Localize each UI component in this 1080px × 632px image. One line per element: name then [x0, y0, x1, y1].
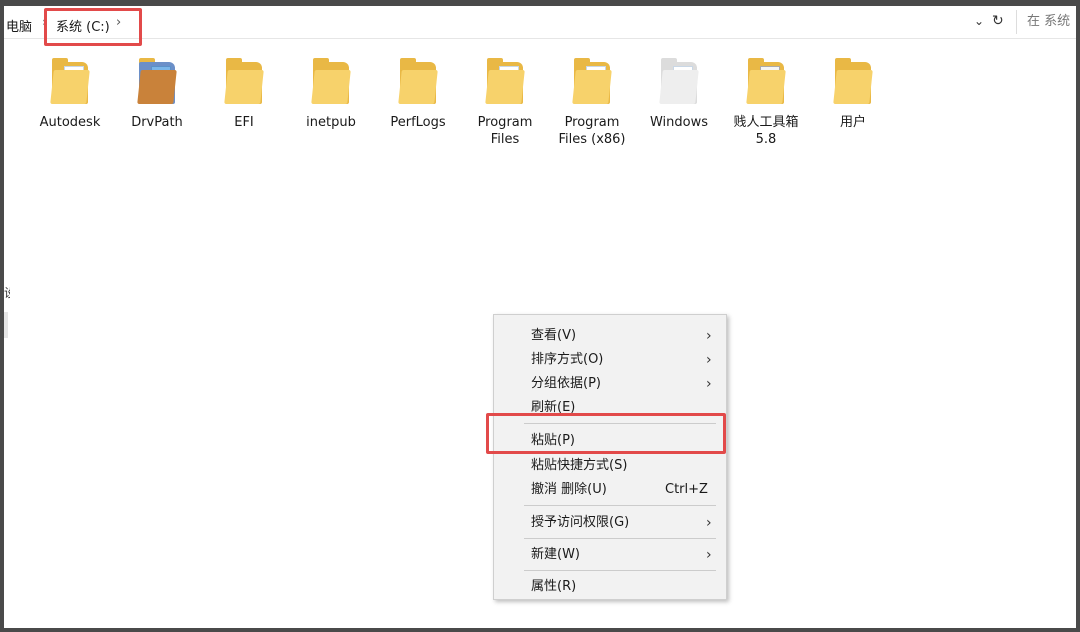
- folder-label: EFI: [234, 115, 254, 130]
- menu-item-paste-shortcut[interactable]: 粘贴快捷方式(S): [494, 455, 726, 477]
- chevron-right-icon: ›: [706, 328, 712, 344]
- menu-item-label: 授予访问权限(G): [531, 515, 630, 530]
- winrar-folder-icon: [137, 56, 177, 104]
- menu-item-refresh[interactable]: 刷新(E): [494, 397, 726, 419]
- menu-item-sort[interactable]: 排序方式(O) ›: [494, 349, 726, 371]
- folder-label: inetpub: [306, 115, 356, 130]
- folder-item[interactable]: DrvPath: [115, 56, 199, 131]
- folder-label: DrvPath: [131, 115, 183, 130]
- file-explorer-window: 电脑 › 系统 (C:) › ⌄ ↻ 在 系统 Autodesk DrvPath…: [4, 6, 1076, 628]
- folder-icon: [311, 56, 351, 104]
- folder-icon: [833, 56, 873, 104]
- address-bar[interactable]: 电脑 › 系统 (C:) › ⌄ ↻ 在 系统: [4, 6, 1076, 46]
- folder-label: Windows: [649, 115, 709, 130]
- menu-item-label: 新建(W): [531, 547, 580, 562]
- breadcrumb-system-c[interactable]: 系统 (C:): [56, 16, 110, 35]
- nav-pane-scrollbar[interactable]: [4, 312, 8, 338]
- menu-item-label: 排序方式(O): [531, 352, 604, 367]
- breadcrumb-this-pc[interactable]: 电脑: [6, 16, 32, 35]
- menu-item-properties[interactable]: 属性(R): [494, 576, 726, 598]
- folder-item[interactable]: inetpub: [289, 56, 373, 131]
- folder-item[interactable]: PerfLogs: [376, 56, 460, 131]
- menu-item-label: 分组依据(P): [531, 376, 601, 391]
- menu-separator: [524, 423, 716, 424]
- menu-separator: [524, 538, 716, 539]
- breadcrumb-chevron-icon[interactable]: ›: [116, 15, 121, 30]
- nav-pane-clipped-text: 设: [4, 284, 10, 301]
- folder-icon: [398, 56, 438, 104]
- context-menu: 查看(V) › 排序方式(O) › 分组依据(P) › 刷新(E) 粘贴(P) …: [493, 314, 727, 600]
- folder-icon: [746, 56, 786, 104]
- menu-item-shortcut: Ctrl+Z: [665, 482, 708, 497]
- folder-item[interactable]: Program Files (x86): [550, 56, 634, 148]
- menu-item-label: 查看(V): [531, 328, 577, 343]
- menu-separator: [524, 570, 716, 571]
- menu-item-undo-delete[interactable]: 撤消 删除(U) Ctrl+Z: [494, 479, 726, 501]
- menu-item-paste[interactable]: 粘贴(P): [494, 430, 726, 452]
- breadcrumb-separator-icon[interactable]: ›: [42, 15, 47, 29]
- menu-item-label: 粘贴(P): [531, 433, 575, 448]
- folder-icon: [224, 56, 264, 104]
- chevron-down-icon[interactable]: ⌄: [974, 14, 984, 28]
- folder-item[interactable]: EFI: [202, 56, 286, 131]
- refresh-icon[interactable]: ↻: [992, 13, 1004, 29]
- folder-label: Program Files: [477, 115, 533, 147]
- folder-label: PerfLogs: [390, 115, 446, 130]
- search-input[interactable]: 在 系统: [1016, 10, 1076, 34]
- menu-item-grant-access[interactable]: 授予访问权限(G) ›: [494, 512, 726, 534]
- menu-item-new[interactable]: 新建(W) ›: [494, 544, 726, 566]
- menu-item-label: 撤消 删除(U): [531, 482, 607, 497]
- folder-icon: [485, 56, 525, 104]
- menu-item-group[interactable]: 分组依据(P) ›: [494, 373, 726, 395]
- chevron-right-icon: ›: [706, 547, 712, 563]
- menu-item-label: 属性(R): [531, 579, 577, 594]
- folder-icon: [572, 56, 612, 104]
- folder-item[interactable]: Autodesk: [28, 56, 112, 131]
- menu-item-label: 粘贴快捷方式(S): [531, 458, 628, 473]
- folder-item[interactable]: Program Files: [463, 56, 547, 148]
- chevron-right-icon: ›: [706, 515, 712, 531]
- folder-label: 贱人工具箱5.8: [733, 115, 799, 147]
- folder-item[interactable]: Windows: [637, 56, 721, 131]
- menu-separator: [524, 505, 716, 506]
- folder-label: Program Files (x86): [558, 115, 626, 147]
- folder-label: Autodesk: [39, 115, 101, 130]
- chevron-right-icon: ›: [706, 376, 712, 392]
- folder-item[interactable]: 用户: [811, 56, 895, 131]
- folder-label: 用户: [839, 115, 866, 130]
- chevron-right-icon: ›: [706, 352, 712, 368]
- folder-icon: [50, 56, 90, 104]
- menu-item-view[interactable]: 查看(V) ›: [494, 325, 726, 347]
- menu-item-label: 刷新(E): [531, 400, 576, 415]
- folder-item[interactable]: 贱人工具箱5.8: [724, 56, 808, 148]
- folder-icon: [659, 56, 699, 104]
